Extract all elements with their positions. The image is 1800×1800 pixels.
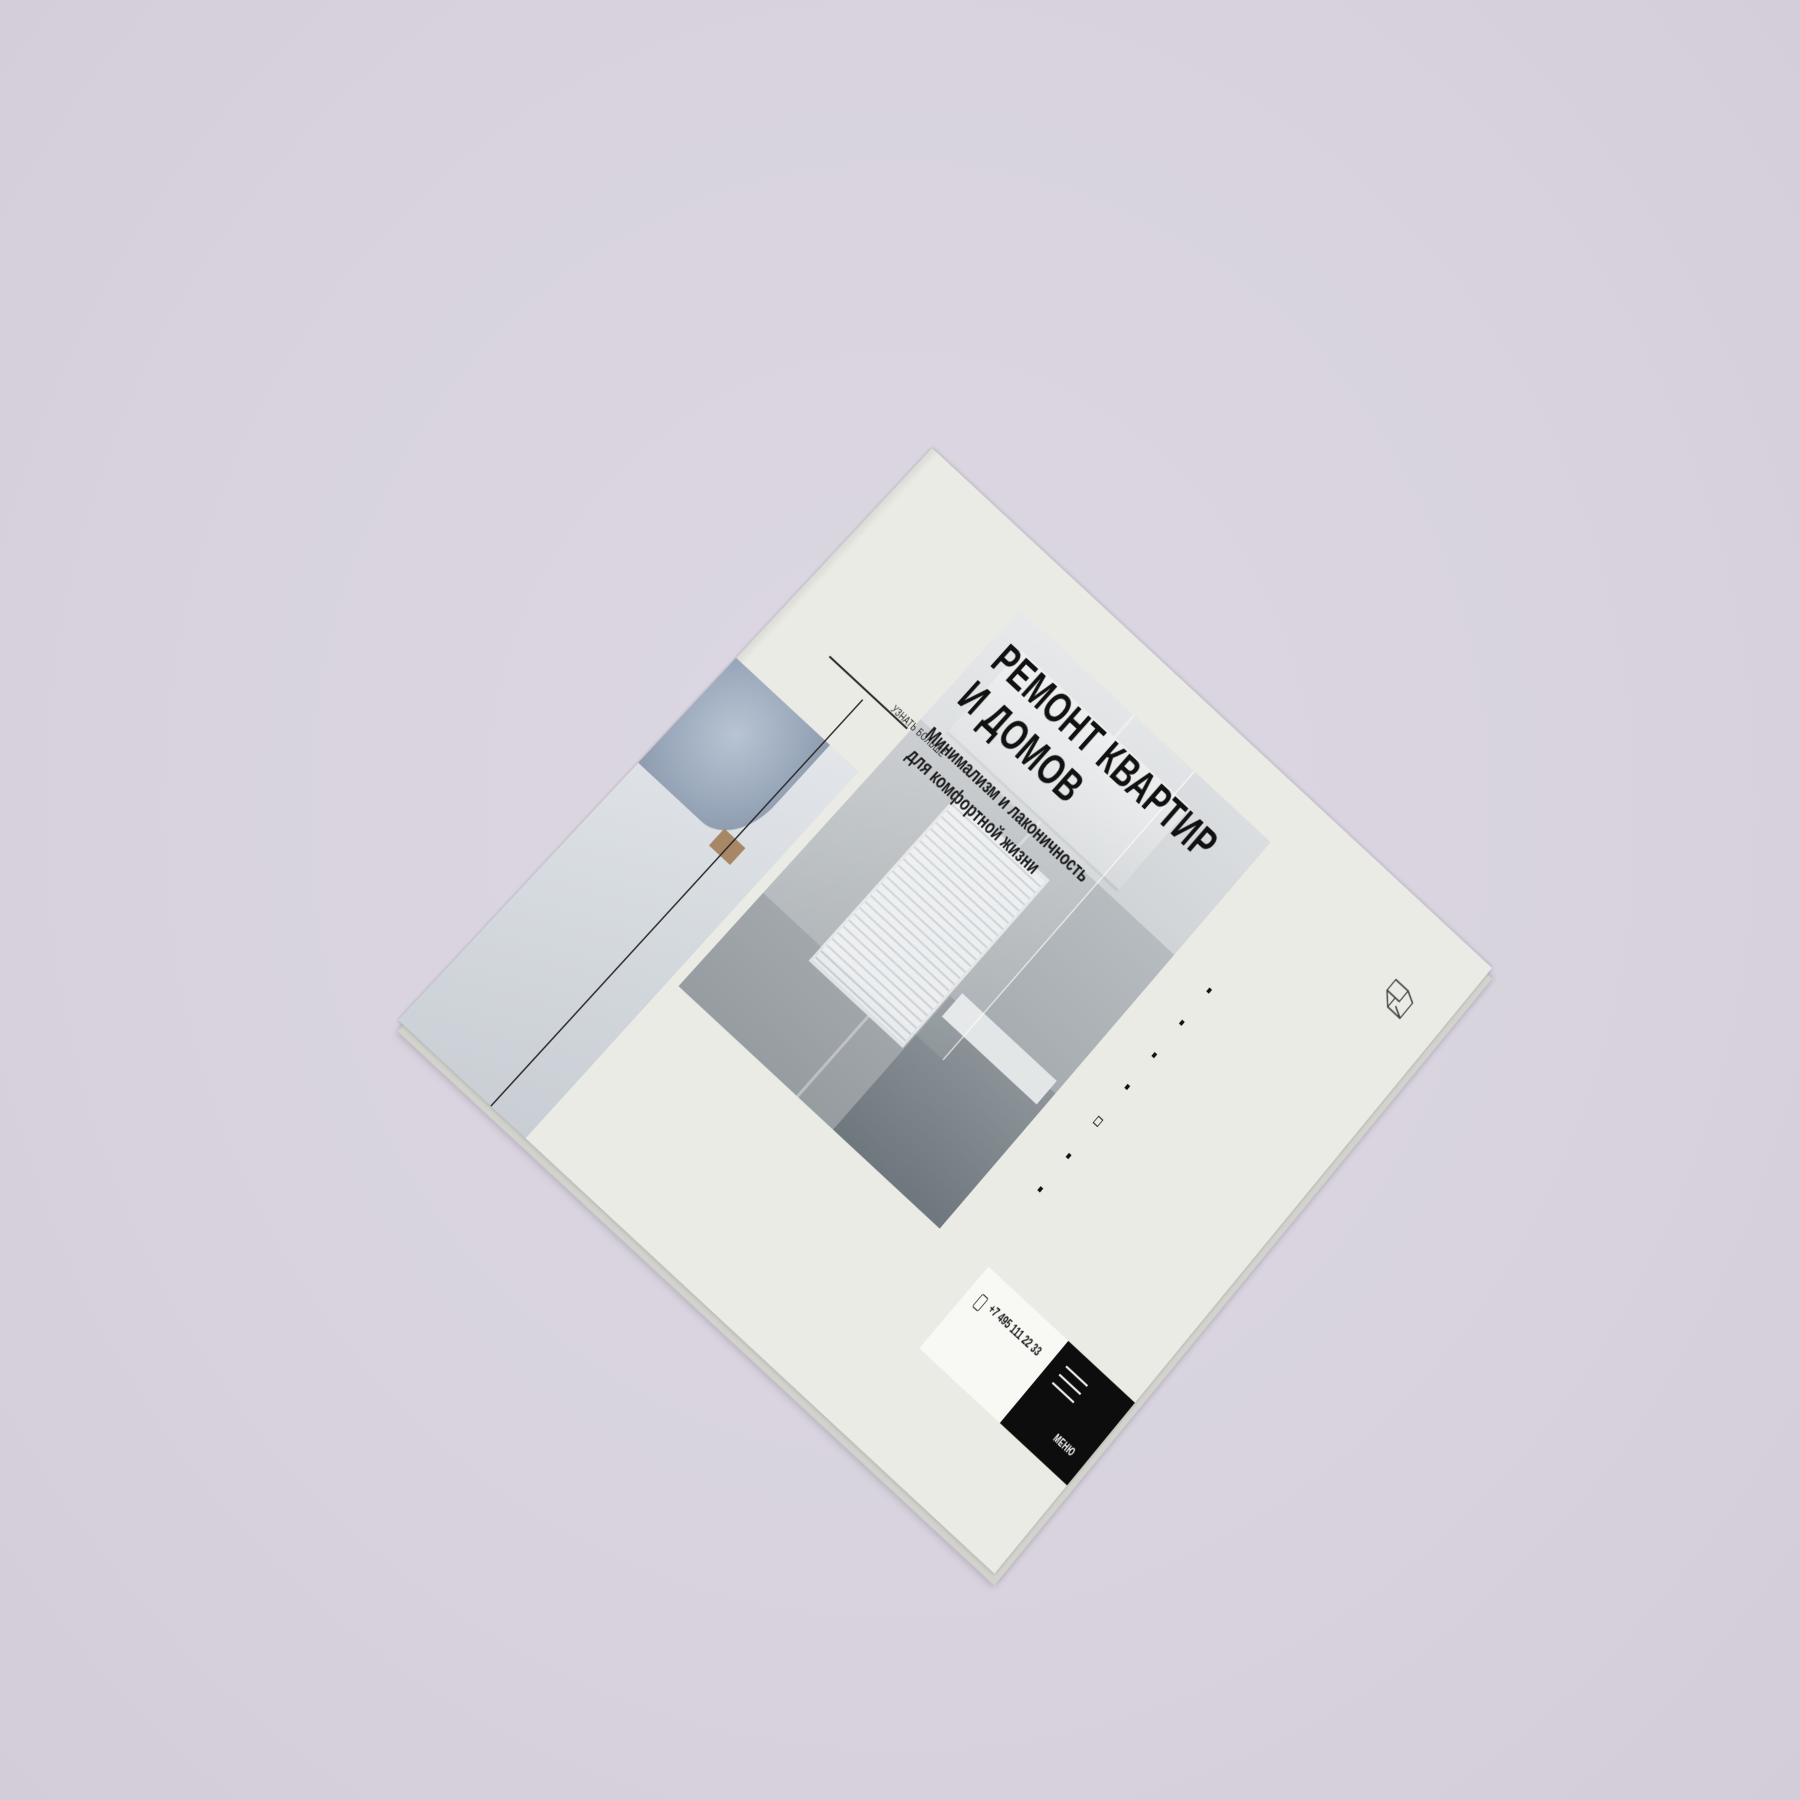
phone-icon	[972, 1293, 989, 1311]
pagination-dot[interactable]	[1065, 1153, 1071, 1159]
pagination-dot[interactable]	[1037, 1186, 1043, 1192]
mockup-scene: УЗНАТЬ БОЛЬШЕ РЕМОНТ КВАРТИР И ДОМОВ Мин…	[0, 0, 1800, 1800]
pagination-dot-active[interactable]	[1092, 1116, 1103, 1127]
menu-label: МЕНЮ	[1050, 1433, 1076, 1459]
pagination-dot[interactable]	[1179, 1019, 1185, 1025]
brand-logo-icon	[1372, 973, 1423, 1027]
phone-number[interactable]: +7 495 111 22 33	[985, 1302, 1044, 1359]
brochure-cover: УЗНАТЬ БОЛЬШЕ РЕМОНТ КВАРТИР И ДОМОВ Мин…	[398, 448, 1492, 1574]
pagination-dot[interactable]	[1206, 987, 1212, 993]
pillow-shape	[638, 658, 830, 851]
brochure-mockup: УЗНАТЬ БОЛЬШЕ РЕМОНТ КВАРТИР И ДОМОВ Мин…	[398, 448, 1492, 1574]
pagination-dot[interactable]	[1151, 1051, 1157, 1057]
pagination-dot[interactable]	[1124, 1084, 1130, 1090]
hamburger-icon	[1050, 1365, 1088, 1405]
